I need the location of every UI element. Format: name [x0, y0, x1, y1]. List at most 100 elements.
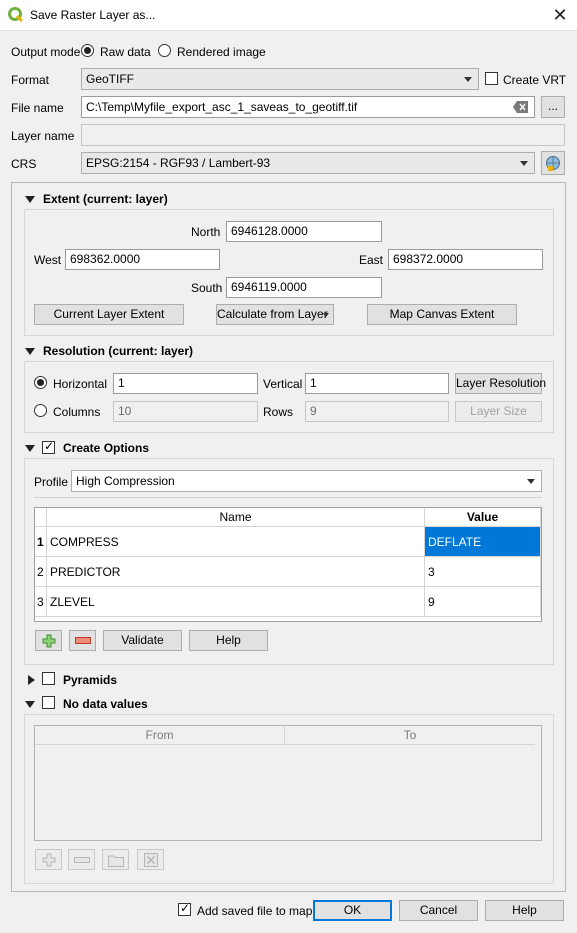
columns-input[interactable]: 10	[113, 401, 258, 422]
table-cell-value-selected[interactable]: DEFLATE	[425, 527, 541, 557]
plus-icon	[42, 634, 56, 648]
remove-option-button[interactable]	[69, 630, 96, 651]
remove-all-icon	[144, 853, 158, 867]
chevron-down-icon	[520, 161, 528, 166]
layer-resolution-button[interactable]: Layer Resolution	[455, 373, 546, 394]
layer-name-input[interactable]	[81, 124, 565, 146]
columns-radio[interactable]	[34, 404, 47, 417]
format-combo[interactable]: GeoTIFF	[81, 68, 479, 90]
clear-nodata-button[interactable]	[137, 849, 164, 870]
east-input[interactable]: 698372.0000	[388, 249, 543, 270]
to-column-header: To	[285, 726, 535, 745]
create-options-title[interactable]: Create Options	[63, 441, 149, 455]
create-options-table: Name Value 1 COMPRESS DEFLATE 2 PREDICTO…	[34, 507, 542, 622]
add-nodata-button[interactable]	[35, 849, 62, 870]
name-column-header[interactable]: Name	[47, 508, 425, 527]
layer-size-button[interactable]: Layer Size	[455, 401, 542, 422]
format-value: GeoTIFF	[86, 72, 135, 86]
minus-icon	[74, 857, 90, 863]
table-cell-name[interactable]: COMPRESS	[47, 527, 425, 557]
add-to-map-checkbox[interactable]	[178, 901, 191, 916]
rows-input[interactable]: 9	[305, 401, 449, 422]
ok-button[interactable]: OK	[313, 900, 392, 921]
profile-value: High Compression	[76, 474, 175, 488]
add-to-map-label: Add saved file to map	[197, 904, 313, 918]
horizontal-input[interactable]: 1	[113, 373, 258, 394]
clear-text-icon[interactable]	[513, 101, 529, 113]
cancel-button[interactable]: Cancel	[399, 900, 478, 921]
raw-data-radio[interactable]	[81, 44, 94, 57]
resolution-title[interactable]: Resolution (current: layer)	[43, 344, 193, 358]
dropdown-arrow-icon	[323, 313, 329, 317]
chevron-down-icon	[464, 77, 472, 82]
create-options-checkbox[interactable]	[42, 439, 55, 454]
folder-icon	[108, 855, 124, 867]
table-cell-name[interactable]: PREDICTOR	[47, 557, 425, 587]
collapse-triangle-icon[interactable]	[25, 196, 35, 203]
file-name-value: C:\Temp\Myfile_export_asc_1_saveas_to_ge…	[86, 100, 358, 114]
browse-button[interactable]: ...	[541, 96, 565, 118]
value-column-header[interactable]: Value	[425, 508, 541, 527]
horizontal-label: Horizontal	[53, 377, 108, 391]
plus-icon	[42, 853, 56, 867]
west-input[interactable]: 698362.0000	[65, 249, 220, 270]
south-input[interactable]: 6946119.0000	[226, 277, 382, 298]
remove-nodata-button[interactable]	[68, 849, 95, 870]
expand-triangle-icon[interactable]	[28, 675, 35, 685]
no-data-table: From To	[34, 725, 542, 841]
divider	[34, 497, 542, 498]
profile-label: Profile	[34, 475, 69, 489]
table-cell-value[interactable]: 3	[425, 557, 541, 587]
south-label: South	[191, 281, 223, 295]
globe-icon	[546, 156, 560, 171]
rows-label: Rows	[263, 405, 294, 419]
row-number: 1	[35, 527, 47, 557]
vertical-label: Vertical	[263, 377, 303, 391]
output-mode-label: Output mode	[11, 45, 81, 59]
crs-label: CRS	[11, 157, 37, 171]
no-data-title[interactable]: No data values	[63, 697, 148, 711]
options-help-button[interactable]: Help	[189, 630, 268, 651]
validate-button[interactable]: Validate	[103, 630, 182, 651]
collapse-triangle-icon[interactable]	[25, 348, 35, 355]
current-layer-extent-button[interactable]: Current Layer Extent	[34, 304, 184, 325]
no-data-checkbox[interactable]	[42, 696, 55, 709]
north-input[interactable]: 6946128.0000	[226, 221, 382, 242]
collapse-triangle-icon[interactable]	[25, 445, 35, 452]
crs-select-button[interactable]	[541, 151, 565, 175]
from-column-header: From	[35, 726, 285, 745]
calculate-from-layer-label: Calculate from Layer	[217, 307, 328, 321]
row-number: 2	[35, 557, 47, 587]
table-corner	[35, 508, 47, 527]
table-cell-value[interactable]: 9	[425, 587, 541, 617]
crs-combo[interactable]: EPSG:2154 - RGF93 / Lambert-93	[81, 152, 535, 174]
east-label: East	[359, 253, 384, 267]
load-nodata-button[interactable]	[102, 849, 129, 870]
pyramids-checkbox[interactable]	[42, 672, 55, 685]
raw-data-label: Raw data	[100, 45, 151, 59]
horizontal-radio[interactable]	[34, 376, 47, 389]
format-label: Format	[11, 73, 50, 87]
west-label: West	[34, 253, 62, 267]
close-icon[interactable]: ✕	[548, 4, 572, 26]
file-name-input[interactable]: C:\Temp\Myfile_export_asc_1_saveas_to_ge…	[81, 96, 535, 118]
collapse-triangle-icon[interactable]	[25, 701, 35, 708]
help-button[interactable]: Help	[485, 900, 564, 921]
create-vrt-checkbox[interactable]	[485, 72, 498, 85]
file-name-label: File name	[11, 101, 64, 115]
table-cell-name[interactable]: ZLEVEL	[47, 587, 425, 617]
calculate-from-layer-button[interactable]: Calculate from Layer	[216, 304, 334, 325]
map-canvas-extent-button[interactable]: Map Canvas Extent	[367, 304, 517, 325]
row-number: 3	[35, 587, 47, 617]
resolution-group	[24, 361, 554, 433]
rendered-image-radio[interactable]	[158, 44, 171, 57]
add-option-button[interactable]	[35, 630, 62, 651]
pyramids-title[interactable]: Pyramids	[63, 673, 117, 687]
columns-label: Columns	[53, 405, 101, 419]
layer-name-label: Layer name	[11, 129, 75, 143]
extent-title[interactable]: Extent (current: layer)	[43, 192, 168, 206]
window-title: Save Raster Layer as...	[30, 8, 156, 22]
vertical-input[interactable]: 1	[305, 373, 449, 394]
create-vrt-label: Create VRT	[503, 73, 567, 87]
profile-combo[interactable]: High Compression	[71, 470, 542, 492]
